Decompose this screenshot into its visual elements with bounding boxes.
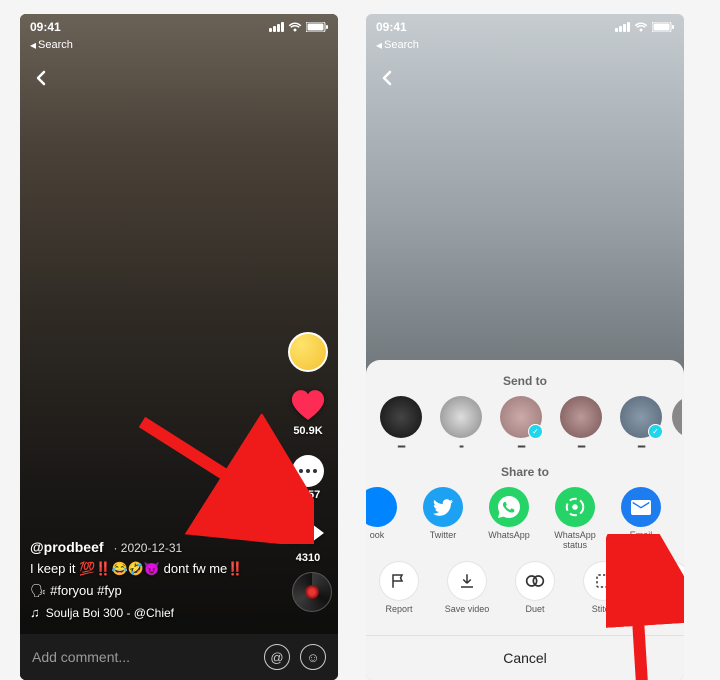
action-report[interactable]: Report (370, 561, 428, 625)
send-contact[interactable]: ▪▪▪▪ (378, 396, 424, 451)
send-to-title: Send to (366, 374, 684, 388)
cell-signal-icon (615, 22, 630, 32)
share-whatsapp-status[interactable]: WhatsApp status (546, 487, 604, 551)
music-row[interactable]: ♫ Soulja Boi 300 - @Chief (30, 605, 268, 620)
share-count: 4310 (296, 552, 320, 564)
phone-right: 09:41 Search Send to ▪▪▪▪ ▪▪ ▪▪▪▪ ▪▪▪▪ ▪… (366, 14, 684, 680)
status-time: 09:41 (376, 20, 407, 34)
back-button[interactable] (376, 66, 400, 90)
send-contact[interactable]: ▪▪▪▪ (498, 396, 544, 451)
profile-avatar[interactable] (288, 332, 328, 372)
comment-bar: @ ☺ (20, 634, 338, 680)
emoji-icon[interactable]: ☺ (300, 644, 326, 670)
author-handle: @prodbeef (30, 539, 104, 555)
status-bar: 09:41 (366, 14, 684, 36)
send-contact[interactable]: ▪▪▪▪ (558, 396, 604, 451)
share-twitter[interactable]: Twitter (414, 487, 472, 551)
music-note-icon: ♫ (30, 605, 40, 620)
music-title: Soulja Boi 300 - @Chief (46, 606, 174, 620)
battery-icon (652, 22, 674, 32)
share-whatsapp[interactable]: WhatsApp (480, 487, 538, 551)
video-info: @prodbeef · 2020-12-31 I keep it 💯‼️😂🤣😈 … (30, 539, 268, 620)
send-to-row[interactable]: ▪▪▪▪ ▪▪ ▪▪▪▪ ▪▪▪▪ ▪▪▪▪ (366, 396, 684, 461)
back-button[interactable] (30, 66, 54, 90)
status-time: 09:41 (30, 20, 61, 34)
battery-icon (306, 22, 328, 32)
wifi-icon (634, 22, 648, 32)
search-back-link[interactable]: Search (30, 38, 73, 52)
wifi-icon (288, 22, 302, 32)
send-contact[interactable]: ▪▪ (438, 396, 484, 451)
send-contact[interactable]: ▪▪▪▪ (618, 396, 664, 451)
phone-left: 09:41 Search 50.9K 2057 4310 @prodbeef ·… (20, 14, 338, 680)
mention-icon[interactable]: @ (264, 644, 290, 670)
cell-signal-icon (269, 22, 284, 32)
annotation-arrow-left (134, 414, 314, 544)
action-save-video[interactable]: Save video (438, 561, 496, 625)
search-back-link[interactable]: Search (376, 38, 419, 52)
action-duet[interactable]: Duet (506, 561, 564, 625)
caption-text[interactable]: I keep it 💯‼️😂🤣😈 dont fw me‼️ (30, 561, 268, 577)
status-bar: 09:41 (20, 14, 338, 36)
sound-disc[interactable] (292, 572, 332, 612)
annotation-arrow-right (606, 534, 684, 680)
hashtags-row[interactable]: 🗣 #foryou #fyp (30, 583, 268, 599)
comment-input[interactable] (32, 649, 254, 665)
share-to-title: Share to (366, 465, 684, 479)
share-facebook-partial[interactable]: ook (366, 487, 406, 551)
